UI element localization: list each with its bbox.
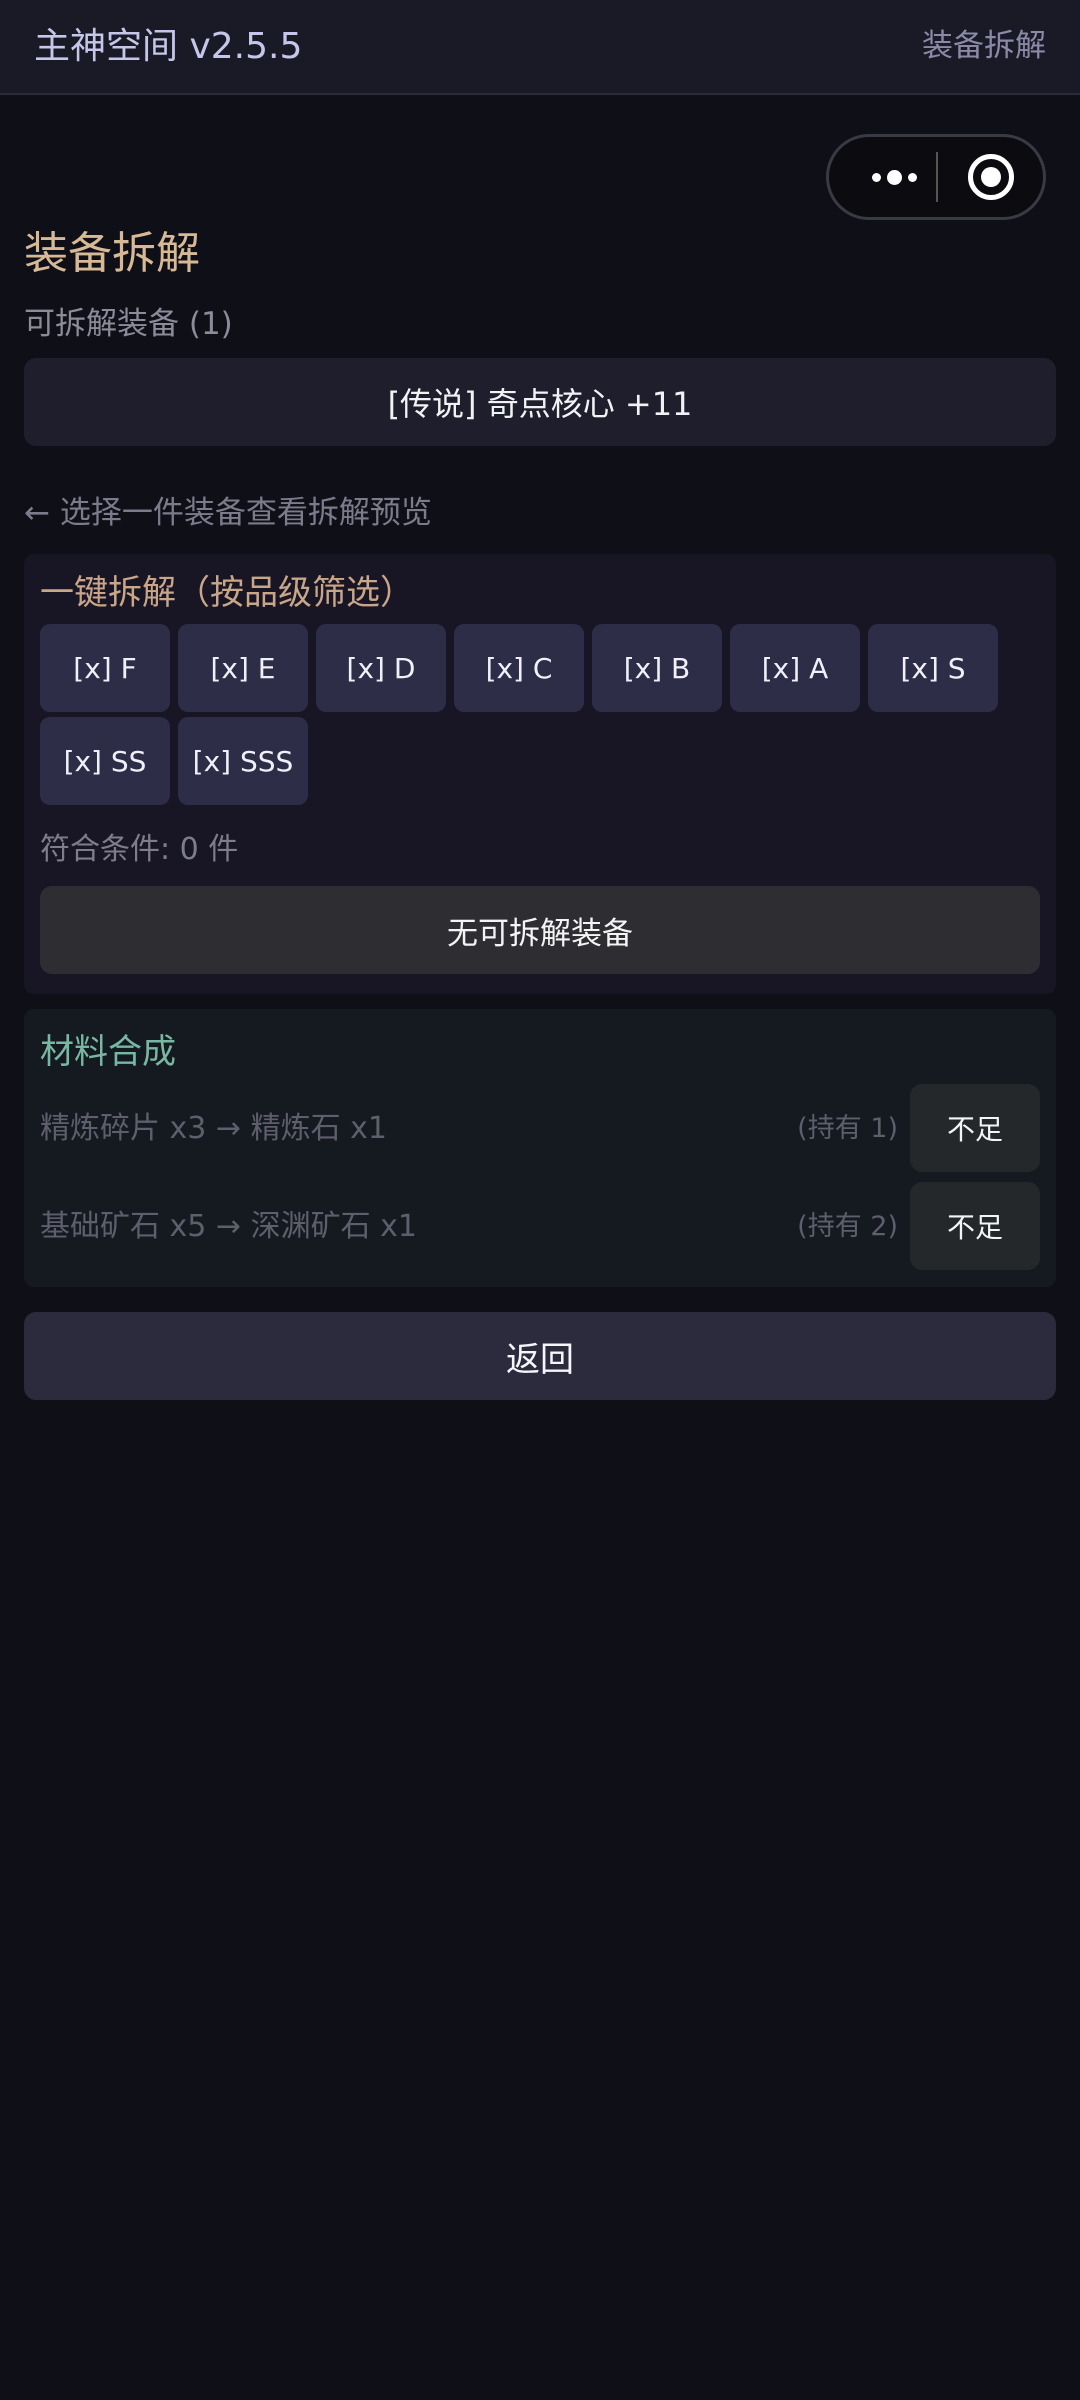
grade-toggle-s[interactable]: [x] S — [868, 624, 998, 712]
recipe-owned-count: (持有 2) — [797, 1211, 898, 1242]
dot — [871, 172, 881, 182]
app-title: 主神空间 v2.5.5 — [34, 26, 303, 67]
bulk-dismantle-panel: 一键拆解（按品级筛选） [x] F [x] E [x] D [x] C [x] … — [24, 554, 1056, 994]
grade-toggle-a[interactable]: [x] A — [730, 624, 860, 712]
grade-toggle-ss[interactable]: [x] SS — [40, 717, 170, 805]
grade-toggle-sss[interactable]: [x] SSS — [178, 717, 308, 805]
available-equipment-label: 可拆解装备 (1) — [24, 306, 233, 342]
equipment-item[interactable]: [传说] 奇点核心 +11 — [24, 358, 1056, 446]
grade-toggle-d[interactable]: [x] D — [316, 624, 446, 712]
grade-toggle-b[interactable]: [x] B — [592, 624, 722, 712]
recipe-text: 基础矿石 x5 → 深渊矿石 x1 — [40, 1209, 417, 1244]
more-dots-icon[interactable] — [859, 137, 929, 217]
synthesize-button[interactable]: 不足 — [910, 1182, 1040, 1270]
select-hint: ← 选择一件装备查看拆解预览 — [24, 495, 432, 531]
grade-toggle-c[interactable]: [x] C — [454, 624, 584, 712]
bulk-dismantle-button[interactable]: 无可拆解装备 — [40, 886, 1040, 974]
synthesis-title: 材料合成 — [40, 1032, 176, 1072]
dot — [907, 172, 917, 182]
miniprogram-capsule — [826, 134, 1046, 220]
bulk-dismantle-title: 一键拆解（按品级筛选） — [40, 573, 414, 613]
dot — [886, 169, 902, 185]
synthesize-button[interactable]: 不足 — [910, 1084, 1040, 1172]
match-count: 符合条件: 0 件 — [40, 832, 239, 867]
recipe-text: 精炼碎片 x3 → 精炼石 x1 — [40, 1111, 387, 1146]
back-button[interactable]: 返回 — [24, 1312, 1056, 1400]
page-section-label: 装备拆解 — [922, 28, 1046, 64]
page-title: 装备拆解 — [24, 228, 200, 279]
material-synthesis-panel: 材料合成 精炼碎片 x3 → 精炼石 x1 (持有 1) 不足 基础矿石 x5 … — [24, 1009, 1056, 1287]
grade-toggle-e[interactable]: [x] E — [178, 624, 308, 712]
recipe-owned-count: (持有 1) — [797, 1113, 898, 1144]
top-bar: 主神空间 v2.5.5 装备拆解 — [0, 0, 1080, 95]
capsule-divider — [936, 152, 938, 202]
grade-toggle-f[interactable]: [x] F — [40, 624, 170, 712]
target-circle-icon[interactable] — [968, 154, 1014, 200]
